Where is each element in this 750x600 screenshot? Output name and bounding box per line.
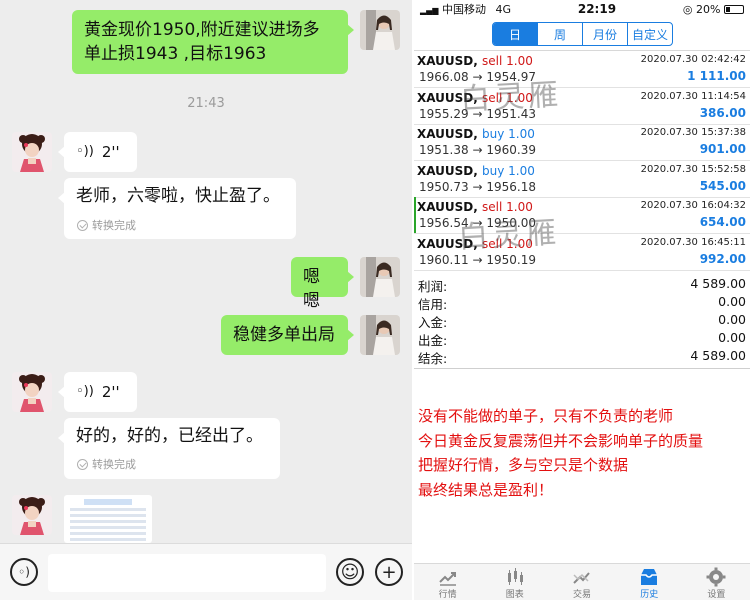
trade-side: buy 1.00: [482, 163, 535, 178]
trade-profit: 901.00: [699, 142, 746, 157]
summary-profit: 利润: 4 589.00: [418, 276, 746, 294]
chat-input-bar: ◦) ☺ +: [0, 543, 412, 600]
trade-prices: 1951.38 → 1960.39: [419, 143, 536, 158]
chat-bubble-sent[interactable]: 嗯嗯: [291, 257, 354, 311]
period-segmented-control: 日 周 月份 自定义: [492, 22, 673, 46]
summary-withdrawal: 出金: 0.00: [418, 330, 746, 348]
trade-time: 2020.07.30 11:14:54: [640, 90, 746, 102]
transcript-text: 好的，好的，已经出了。: [76, 426, 263, 446]
signal-icon: ▂▄▆: [420, 6, 439, 15]
chat-timestamp: 21:43: [187, 96, 225, 111]
overlay-line: 把握好行情，多与空只是个数据: [418, 456, 629, 474]
transcript-text: 老师，六零啦，快止盈了。: [76, 186, 280, 206]
history-icon: [641, 569, 658, 585]
overlay-line: 今日黄金反复震荡但并不会影响单子的质量: [418, 431, 704, 450]
lock-rotation-icon: ◎: [682, 2, 693, 16]
message-text: 嗯嗯: [303, 267, 320, 311]
wechat-chat-panel: 黄金现价1950,附近建议进场多单止损1943 ,目标1963 21:43 ◦)…: [0, 0, 412, 600]
voice-input-icon[interactable]: ◦): [10, 558, 38, 586]
tab-month[interactable]: 月份: [582, 23, 627, 45]
battery-status: ◎ 20%: [683, 3, 744, 16]
conversion-status-text: 转换完成: [92, 458, 136, 471]
signal-carrier: ▂▄▆ 中国移动 4G: [420, 3, 511, 16]
avatar-self[interactable]: [360, 257, 400, 297]
plus-icon[interactable]: +: [375, 558, 403, 586]
trade-side: sell 1.00: [482, 54, 533, 68]
tab-custom[interactable]: 自定义: [627, 23, 672, 45]
tab-day[interactable]: 日: [493, 23, 537, 45]
trade-profit: 654.00: [699, 215, 746, 230]
summary-deposit: 入金: 0.00: [418, 312, 746, 330]
conversion-status-text: 转换完成: [92, 219, 136, 232]
chat-bubble-sent[interactable]: 稳健多单出局: [221, 315, 354, 355]
conversion-status: 转换完成: [77, 456, 136, 472]
trade-time: 2020.07.30 15:37:38: [640, 127, 746, 139]
tab-settings[interactable]: 设置: [683, 564, 750, 600]
overlay-line: 最终结果总是盈利！: [418, 480, 554, 499]
trade-prices: 1950.73 → 1956.18: [419, 179, 536, 194]
bottom-tab-bar: 行情 图表 交易 历史 设置: [414, 563, 750, 600]
trade-time: 2020.07.30 16:45:11: [640, 237, 746, 248]
avatar-contact[interactable]: [12, 372, 52, 412]
mt5-history-panel: ▂▄▆ 中国移动 4G 22:19 ◎ 20% 日 周 月份 自定义 XAUUS…: [414, 0, 750, 600]
divider: [414, 368, 750, 369]
trade-icon: [573, 572, 590, 584]
trade-row[interactable]: XAUUSD, buy 1.00 1950.73 → 1956.18 2020.07…: [414, 161, 750, 198]
tab-week[interactable]: 周: [537, 23, 582, 45]
avatar-contact[interactable]: [12, 495, 52, 535]
voice-wave-icon: ◦)): [76, 144, 94, 159]
voice-message[interactable]: ◦)) 2'': [58, 132, 137, 172]
tab-chart[interactable]: 图表: [481, 564, 548, 600]
chart-icon: [507, 568, 523, 585]
tab-history[interactable]: 历史: [616, 564, 683, 600]
trade-side: buy 1.00: [482, 127, 535, 142]
trade-time: 2020.07.30 16:04:32: [640, 200, 746, 212]
avatar-self[interactable]: [360, 315, 400, 355]
trade-row[interactable]: XAUUSD, buy 1.00 1951.38 → 1960.39 2020.07…: [414, 124, 750, 162]
trade-profit: 1 111.00: [687, 69, 746, 83]
message-text: 黄金现价1950,附近建议进场多单止损1943 ,目标1963: [84, 20, 320, 64]
account-summary: 利润: 4 589.00 信用: 0.00 入金: 0.00 出金: 0.00 结余: 4…: [414, 276, 750, 366]
avatar-self[interactable]: [360, 10, 400, 50]
message-input[interactable]: [48, 554, 326, 592]
status-time: 22:19: [577, 2, 617, 16]
summary-credit: 信用: 0.00: [418, 294, 746, 312]
watermark-1: 白灵雁: [459, 77, 564, 118]
voice-duration: 2'': [101, 383, 120, 401]
trade-symbol: XAUUSD, buy 1.00: [417, 127, 535, 142]
settings-icon: [706, 567, 726, 587]
tab-trade[interactable]: 交易: [548, 564, 615, 600]
image-message-thumbnail[interactable]: [64, 495, 152, 543]
emoji-icon[interactable]: ☺: [336, 558, 364, 586]
trade-profit: 992.00: [699, 252, 746, 266]
avatar-contact[interactable]: [12, 132, 52, 172]
battery-icon: [723, 5, 744, 14]
chat-bubble-sent[interactable]: 黄金现价1950,附近建议进场多单止损1943 ,目标1963: [72, 10, 354, 74]
tab-quotes[interactable]: 行情: [414, 564, 481, 600]
trade-profit: 386.00: [699, 105, 746, 120]
message-text: 稳健多单出局: [233, 325, 335, 345]
summary-balance: 结余: 4 589.00: [418, 348, 746, 366]
check-circle-icon: [77, 219, 88, 231]
voice-duration: 2'': [101, 143, 120, 161]
trade-profit: 545.00: [699, 178, 746, 193]
voice-wave-icon: ◦)): [76, 384, 94, 399]
watermark-2: 白灵雁: [457, 215, 562, 256]
voice-message[interactable]: ◦)) 2'': [58, 372, 137, 412]
trade-symbol: XAUUSD, buy 1.00: [417, 163, 535, 178]
check-circle-icon: [77, 458, 88, 470]
status-bar: ▂▄▆ 中国移动 4G 22:19 ◎ 20%: [414, 0, 750, 18]
trade-time: 2020.07.30 02:42:42: [640, 54, 746, 65]
quotes-icon: [438, 572, 456, 586]
overlay-annotation: 没有不能做的单子，只有不负责的老师 今日黄金反复震荡但并不会影响单子的质量 把握…: [418, 404, 703, 502]
trade-symbol: XAUUSD, sell 1.00: [417, 54, 533, 68]
trade-time: 2020.07.30 15:52:58: [640, 163, 746, 175]
conversion-status: 转换完成: [77, 217, 136, 233]
overlay-line: 没有不能做的单子，只有不负责的老师: [418, 407, 674, 425]
